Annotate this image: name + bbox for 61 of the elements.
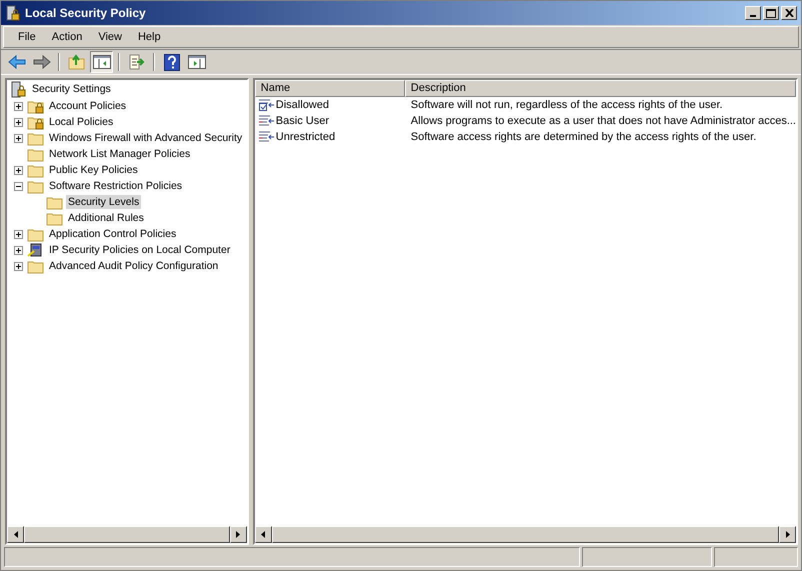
minimize-button[interactable] bbox=[745, 6, 761, 20]
security-policy-icon bbox=[5, 4, 21, 22]
expand-toggle[interactable] bbox=[13, 118, 24, 126]
close-button[interactable] bbox=[781, 6, 797, 20]
folder-icon bbox=[27, 146, 44, 162]
tree-item[interactable]: Network List Manager Policies bbox=[47, 147, 192, 161]
close-icon bbox=[784, 9, 794, 17]
computer-icon bbox=[27, 242, 44, 258]
locked-folder-icon bbox=[27, 98, 44, 114]
folder-icon bbox=[46, 194, 63, 210]
scroll-right-icon[interactable] bbox=[236, 531, 240, 538]
tree-item[interactable]: Local Policies bbox=[47, 115, 116, 129]
menu-item[interactable]: File bbox=[10, 31, 44, 43]
folder-icon bbox=[27, 178, 44, 194]
table-cell-text: Software will not run, regardless of the access rights of the user. bbox=[410, 99, 724, 111]
folder-icon bbox=[46, 210, 63, 226]
maximize-button[interactable] bbox=[763, 6, 779, 20]
collapse-toggle[interactable] bbox=[13, 182, 24, 190]
level-icon bbox=[258, 130, 275, 144]
tree-item[interactable]: Account Policies bbox=[47, 99, 128, 113]
list-item[interactable]: Basic User bbox=[276, 115, 329, 127]
horizontal-scrollbar[interactable] bbox=[254, 526, 796, 543]
folder-icon bbox=[27, 258, 44, 274]
column-header[interactable]: Description bbox=[404, 80, 796, 97]
table-cell-text: Allows programs to execute as a user that does not have Administrator acces... bbox=[410, 115, 796, 127]
tree-item[interactable]: IP Security Policies on Local Computer bbox=[47, 243, 232, 257]
folder-icon bbox=[27, 162, 44, 178]
table-cell-text: Software access rights are determined by the access rights of the user. bbox=[410, 131, 758, 143]
scroll-left-icon[interactable] bbox=[261, 531, 266, 538]
tree-item[interactable]: Application Control Policies bbox=[47, 227, 178, 241]
column-header[interactable]: Name bbox=[254, 80, 405, 97]
tree-item[interactable]: Additional Rules bbox=[66, 211, 146, 225]
expand-toggle[interactable] bbox=[13, 134, 24, 142]
list-item[interactable]: Unrestricted bbox=[276, 131, 336, 143]
expand-toggle[interactable] bbox=[13, 246, 24, 254]
window-title: Local Security Policy bbox=[25, 6, 147, 20]
security-settings-icon bbox=[10, 80, 27, 98]
level-icon bbox=[258, 114, 275, 128]
scroll-left-icon[interactable] bbox=[14, 531, 18, 538]
tree-item[interactable]: Security Levels bbox=[66, 195, 142, 209]
expand-toggle[interactable] bbox=[13, 102, 24, 110]
tree-item[interactable]: Advanced Audit Policy Configuration bbox=[47, 259, 220, 273]
maximize-icon bbox=[766, 8, 776, 18]
scroll-right-icon[interactable] bbox=[786, 531, 790, 538]
expand-toggle[interactable] bbox=[13, 230, 24, 238]
menu-item[interactable]: Help bbox=[130, 31, 169, 43]
list-item[interactable]: Disallowed bbox=[276, 99, 329, 111]
menu-item[interactable]: View bbox=[90, 31, 130, 43]
expand-toggle[interactable] bbox=[13, 262, 24, 270]
tree-item[interactable]: Security Settings bbox=[30, 82, 113, 96]
locked-folder-icon bbox=[27, 114, 44, 130]
tree-item[interactable]: Windows Firewall with Advanced Security bbox=[47, 131, 244, 145]
tree-item[interactable]: Software Restriction Policies bbox=[47, 179, 184, 193]
folder-icon bbox=[27, 130, 44, 146]
show-hide-tree-button[interactable] bbox=[90, 51, 113, 73]
horizontal-scrollbar[interactable] bbox=[7, 526, 247, 543]
menu-item[interactable]: Action bbox=[44, 31, 90, 43]
folder-icon bbox=[27, 226, 44, 242]
default-level-icon bbox=[258, 98, 275, 112]
tree-item[interactable]: Public Key Policies bbox=[47, 163, 140, 177]
expand-toggle[interactable] bbox=[13, 166, 24, 174]
